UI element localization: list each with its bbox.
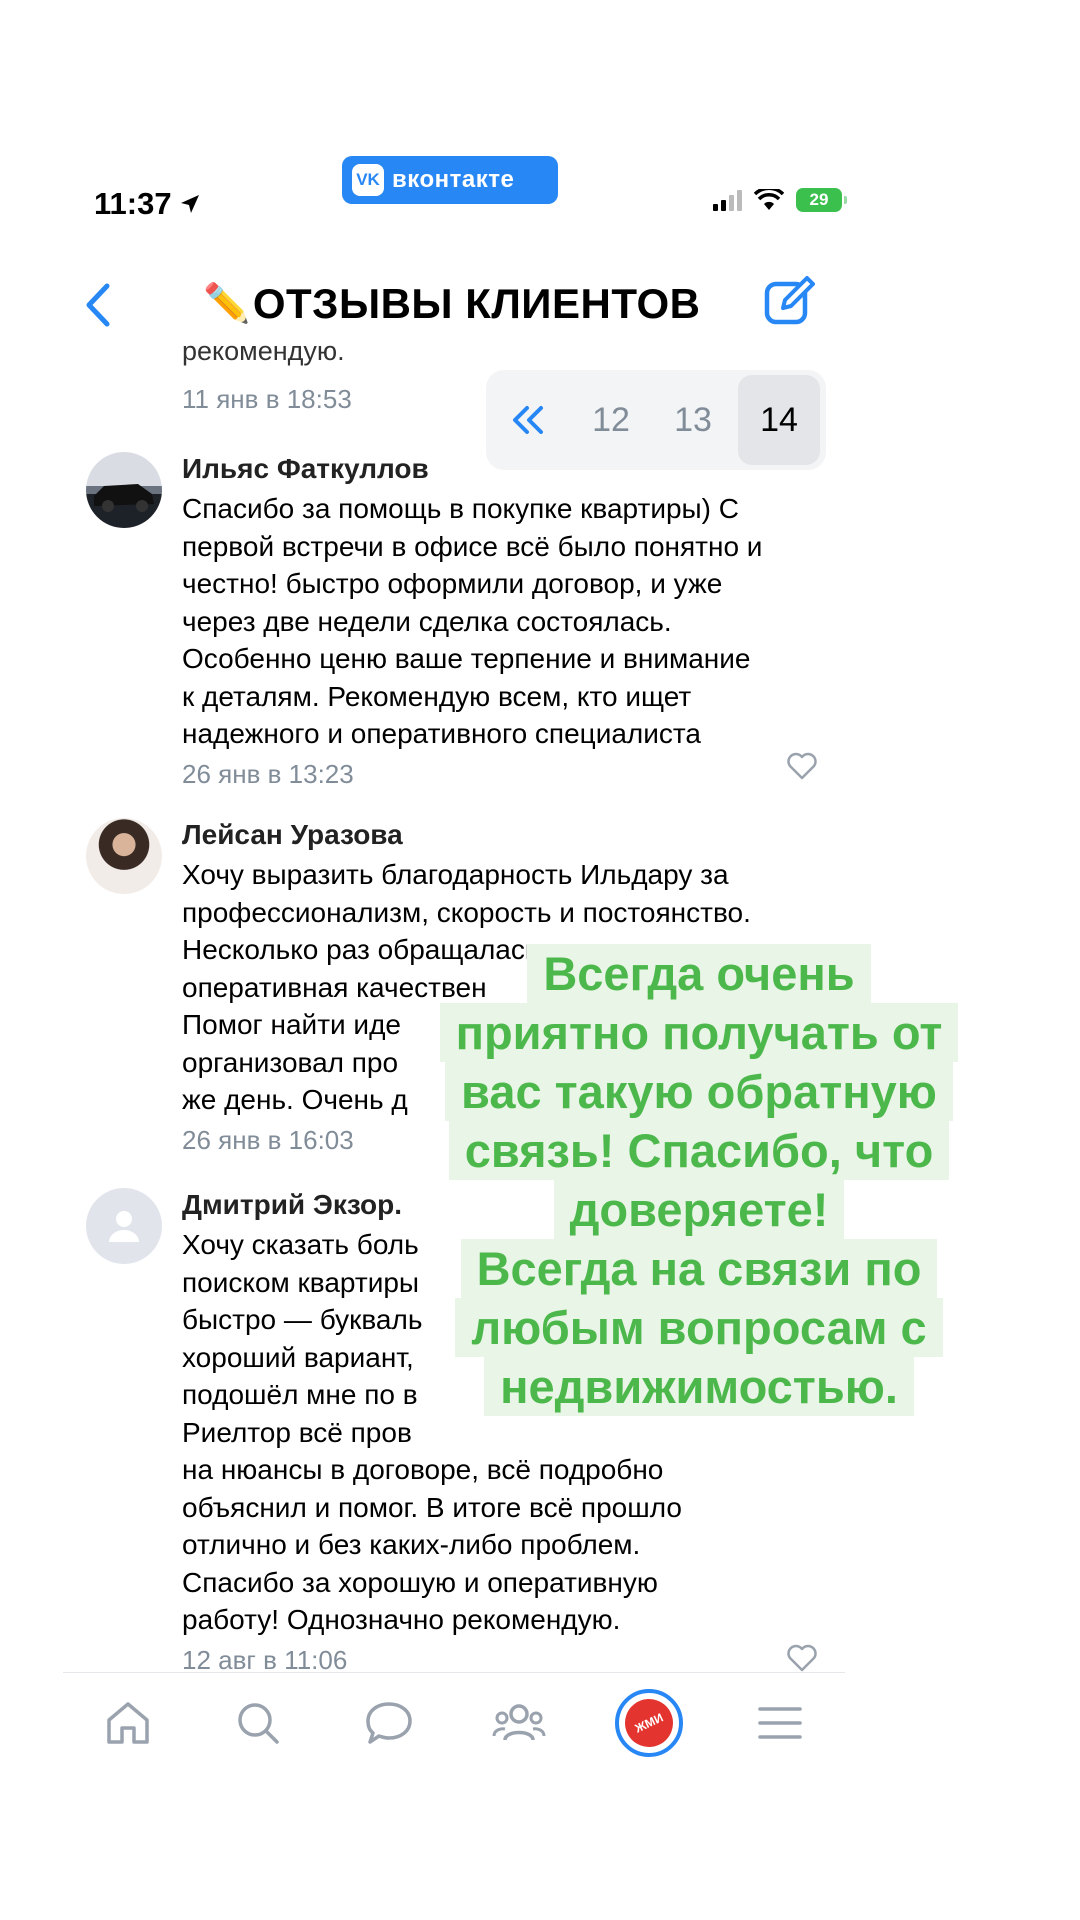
- battery-icon: 29: [796, 188, 847, 212]
- comment-text: Спасибо за помощь в покупке квартиры) С …: [182, 490, 822, 753]
- tab-zhmi[interactable]: ЖМИ: [609, 1688, 689, 1758]
- overlay-line: недвижимостью.: [484, 1357, 914, 1416]
- avatar[interactable]: [86, 818, 162, 894]
- search-icon: [238, 1703, 280, 1744]
- page-title-text: ОТЗЫВЫ КЛИЕНТОВ: [252, 280, 701, 327]
- like-heart-icon[interactable]: [786, 1644, 818, 1672]
- overlay-line: приятно получать от: [439, 1003, 959, 1062]
- pencil-emoji: ✏️: [203, 283, 251, 325]
- battery-level: 29: [809, 190, 829, 209]
- tab-home[interactable]: [88, 1688, 168, 1758]
- messages-icon: [366, 1702, 412, 1744]
- comment-line: на нюансы в договоре, всё подробно: [182, 1454, 664, 1485]
- comment-line: Хочу выразить благодарность Ильдару за: [182, 859, 729, 890]
- page-13-button[interactable]: 13: [652, 401, 734, 440]
- overlay-line: Всегда на связи по: [460, 1239, 938, 1298]
- comment-line: объяснил и помог. В итоге всё прошло: [182, 1491, 682, 1523]
- comment-date: 12 авг в 11:06: [182, 1644, 348, 1675]
- overlay-line: вас такую обратную: [445, 1062, 953, 1121]
- comment-line: отлично и без каких-либо проблем.: [182, 1529, 641, 1560]
- zhmi-icon: ЖМИ: [615, 1689, 684, 1757]
- overlay-line: Всегда очень: [527, 944, 871, 1003]
- vk-logo: VK: [352, 164, 384, 196]
- nav-bar: ✏️ ОТЗЫВЫ КЛИЕНТОВ: [63, 270, 845, 340]
- story-overlay-text: Всегда очень приятно получать от вас так…: [414, 944, 984, 1416]
- user-placeholder-icon: [109, 1211, 139, 1242]
- comment-line: через две недели сделка состоялась.: [182, 605, 672, 637]
- comment-line: Особенно ценю ваше терпение и внимание: [182, 643, 751, 674]
- double-chevron-left-icon: [513, 406, 543, 434]
- app-name: вконтакте: [392, 166, 515, 193]
- like-heart-icon[interactable]: [786, 752, 818, 780]
- compose-icon[interactable]: [763, 276, 815, 328]
- comment-line: к деталям. Рекомендую всем, кто ищет: [182, 680, 692, 712]
- cellular-signal-icon: [713, 189, 742, 211]
- status-icons: 29: [713, 188, 847, 212]
- comment-line: работу! Однозначно рекомендую.: [182, 1604, 621, 1635]
- overlay-line: любым вопросам с: [455, 1298, 943, 1357]
- comment-line: надежного и оперативного специалиста: [182, 718, 701, 749]
- car-photo-icon: [94, 484, 154, 512]
- menu-icon: [758, 1707, 802, 1739]
- page-12-button[interactable]: 12: [570, 401, 652, 440]
- zhmi-label: ЖМИ: [617, 1691, 682, 1755]
- first-page-button[interactable]: [486, 405, 570, 435]
- tab-search[interactable]: [218, 1688, 298, 1758]
- avatar[interactable]: [86, 452, 162, 528]
- comment-line: профессионализм, скорость и постоянство.: [182, 896, 751, 928]
- clock: 11:37: [94, 186, 172, 221]
- location-arrow-icon: [180, 195, 199, 213]
- home-icon: [107, 1702, 149, 1744]
- back-chevron-icon[interactable]: [83, 282, 113, 328]
- tab-messages[interactable]: [349, 1688, 429, 1758]
- tab-friends[interactable]: [479, 1688, 559, 1758]
- comment-line: Спасибо за хорошую и оперативную: [182, 1566, 658, 1598]
- tab-menu[interactable]: [740, 1688, 820, 1758]
- overlay-line: связь! Спасибо, что: [448, 1121, 950, 1180]
- previous-comment-date: 11 янв в 18:53: [182, 384, 352, 414]
- comment-author[interactable]: Ильяс Фаткуллов: [182, 452, 822, 486]
- bottom-tab-bar: ЖМИ: [63, 1672, 845, 1773]
- comment-line: Спасибо за помощь в покупке квартиры) С: [182, 493, 739, 524]
- page-title: ✏️ ОТЗЫВЫ КЛИЕНТОВ: [203, 280, 700, 328]
- comment-line: Риелтор всё пров: [182, 1416, 412, 1448]
- status-time: 11:37: [94, 186, 202, 222]
- comment-line: честно! быстро оформили договор, и уже: [182, 568, 723, 599]
- comment-author[interactable]: Лейсан Уразова: [182, 818, 822, 852]
- vk-app-badge: VK вконтакте: [342, 156, 558, 204]
- overlay-line: доверяете!: [553, 1180, 845, 1239]
- avatar-placeholder[interactable]: [86, 1188, 162, 1264]
- wifi-icon: [754, 189, 784, 210]
- comment-date: 26 янв в 13:23: [182, 758, 354, 789]
- comment-line: первой встречи в офисе всё было понятно …: [182, 530, 763, 562]
- previous-comment-text: рекомендую.: [182, 344, 345, 366]
- friends-icon: [492, 1704, 546, 1741]
